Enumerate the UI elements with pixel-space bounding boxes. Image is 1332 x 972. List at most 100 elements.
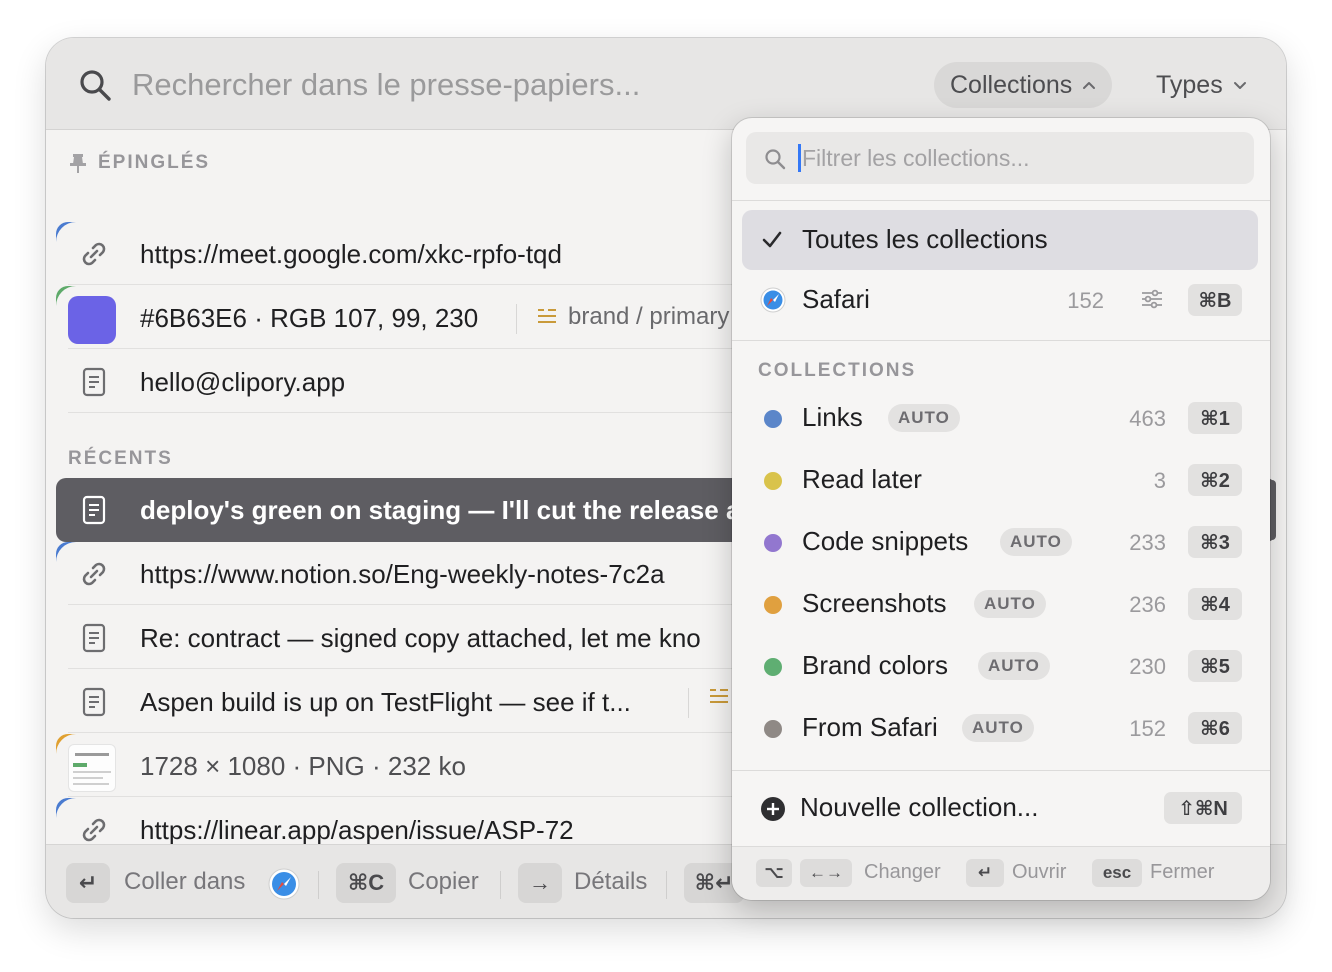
search-icon: [765, 149, 786, 170]
item-tag: brand / primary: [536, 303, 729, 331]
auto-badge: AUTO: [962, 714, 1034, 742]
search-bar: Collections Types: [46, 38, 1286, 130]
collection-color-dot: [764, 596, 782, 614]
collection-name: From Safari: [802, 712, 938, 742]
collection-color-dot: [764, 534, 782, 552]
collections-section-label: COLLECTIONS: [758, 360, 917, 381]
collection-item[interactable]: Read later 3 ⌘2: [742, 450, 1258, 510]
note-tag-icon: [710, 689, 728, 703]
tag-separator: [516, 304, 517, 334]
shortcut-badge: ⌘4: [1188, 588, 1242, 620]
divider: [732, 770, 1270, 771]
collection-corner-marker: [56, 222, 76, 242]
collection-count: 230: [1129, 654, 1166, 679]
divider: [68, 732, 748, 733]
document-icon: [82, 367, 106, 397]
search-input[interactable]: [132, 62, 852, 108]
divider: [68, 796, 748, 797]
divider: [68, 284, 748, 285]
auto-badge: AUTO: [1000, 528, 1072, 556]
checkmark-icon: [762, 231, 782, 248]
paste-button[interactable]: Coller dans: [124, 868, 245, 896]
collection-corner-marker: [56, 734, 76, 754]
close-label: Fermer: [1150, 861, 1215, 883]
footer-separator: [500, 871, 501, 899]
sliders-icon[interactable]: [1140, 288, 1164, 310]
types-button[interactable]: Types: [1140, 62, 1263, 108]
list-item-text: #6B63E6 · RGB 107, 99, 230: [140, 303, 479, 333]
collections-button[interactable]: Collections: [934, 62, 1113, 108]
text-caret: [798, 144, 801, 172]
collection-color-dot: [764, 720, 782, 738]
footer-separator: [318, 871, 319, 899]
arrows-key: ←→: [800, 859, 852, 887]
source-name: Safari: [802, 284, 870, 314]
recent-section-label: RÉCENTS: [68, 448, 173, 469]
divider: [68, 348, 748, 349]
filter-collections-input[interactable]: [802, 140, 1232, 176]
collection-color-dot: [764, 472, 782, 490]
copy-button[interactable]: Copier: [408, 868, 479, 896]
list-item-text: https://meet.google.com/xkc-rpfo-tqd: [140, 239, 562, 269]
new-collection-item[interactable]: Nouvelle collection... ⇧⌘N: [742, 778, 1258, 838]
collection-item[interactable]: From Safari AUTO 152 ⌘6: [742, 698, 1258, 758]
tag-separator: [688, 688, 689, 718]
esc-key: esc: [1092, 859, 1142, 887]
collection-color-dot: [764, 410, 782, 428]
search-icon: [80, 70, 111, 101]
list-item-text: deploy's green on staging — I'll cut the…: [140, 495, 741, 525]
source-item-safari[interactable]: Safari 152 ⌘B: [742, 270, 1258, 330]
collection-name: Read later: [802, 464, 922, 494]
enter-key: ↵: [966, 859, 1004, 887]
safari-icon: [760, 287, 786, 313]
types-button-label: Types: [1156, 70, 1223, 99]
collection-item[interactable]: Links AUTO 463 ⌘1: [742, 388, 1258, 448]
all-collections-label: Toutes les collections: [802, 224, 1048, 254]
shortcut-badge: ⌘1: [1188, 402, 1242, 434]
list-item-text: Re: contract — signed copy attached, let…: [140, 623, 701, 653]
pinned-section-label: ÉPINGLÉS: [98, 152, 211, 173]
list-item-text: https://linear.app/aspen/issue/ASP-72: [140, 815, 574, 845]
collection-item[interactable]: Code snippets AUTO 233 ⌘3: [742, 512, 1258, 572]
collection-corner-marker: [56, 798, 76, 818]
details-key: →: [518, 863, 562, 903]
details-button[interactable]: Détails: [574, 868, 647, 896]
collection-item[interactable]: Screenshots AUTO 236 ⌘4: [742, 574, 1258, 634]
note-tag-icon: [538, 309, 556, 323]
auto-badge: AUTO: [978, 652, 1050, 680]
divider: [68, 668, 748, 669]
dropdown-footer: ⌥ ←→ Changer ↵ Ouvrir esc Fermer: [732, 846, 1270, 900]
collection-count: 3: [1153, 468, 1166, 493]
filter-box: [746, 132, 1254, 184]
collection-count: 152: [1129, 716, 1166, 741]
shortcut-badge: ⌘6: [1188, 712, 1242, 744]
collections-button-label: Collections: [950, 70, 1073, 99]
divider: [68, 604, 748, 605]
item-tag: [708, 687, 730, 707]
divider: [732, 340, 1270, 341]
collection-corner-marker: [56, 542, 76, 562]
option-key: ⌥: [756, 859, 792, 887]
chevron-down-icon: [1233, 82, 1246, 89]
list-item-text: hello@clipory.app: [140, 367, 346, 397]
footer-separator: [666, 871, 667, 899]
all-collections-item[interactable]: Toutes les collections: [742, 210, 1258, 270]
source-count: 152: [1067, 288, 1104, 313]
paste-key: ↵: [66, 863, 110, 903]
pin-icon: [70, 154, 86, 173]
collection-count: 463: [1129, 406, 1166, 431]
color-swatch: [68, 296, 116, 344]
link-icon: [82, 818, 106, 842]
link-icon: [82, 562, 106, 586]
list-item-text: https://www.notion.so/Eng-weekly-notes-7…: [140, 559, 665, 589]
shortcut-badge: ⌘B: [1188, 284, 1242, 316]
shortcut-badge: ⌘3: [1188, 526, 1242, 558]
collections-dropdown: Toutes les collections Safari 152 ⌘B COL…: [732, 118, 1270, 900]
copy-key: ⌘C: [336, 863, 396, 903]
link-icon: [82, 242, 106, 266]
collection-name: Brand colors: [802, 650, 948, 680]
auto-badge: AUTO: [888, 404, 960, 432]
collection-count: 236: [1129, 592, 1166, 617]
switch-label: Changer: [864, 861, 941, 883]
collection-item[interactable]: Brand colors AUTO 230 ⌘5: [742, 636, 1258, 696]
